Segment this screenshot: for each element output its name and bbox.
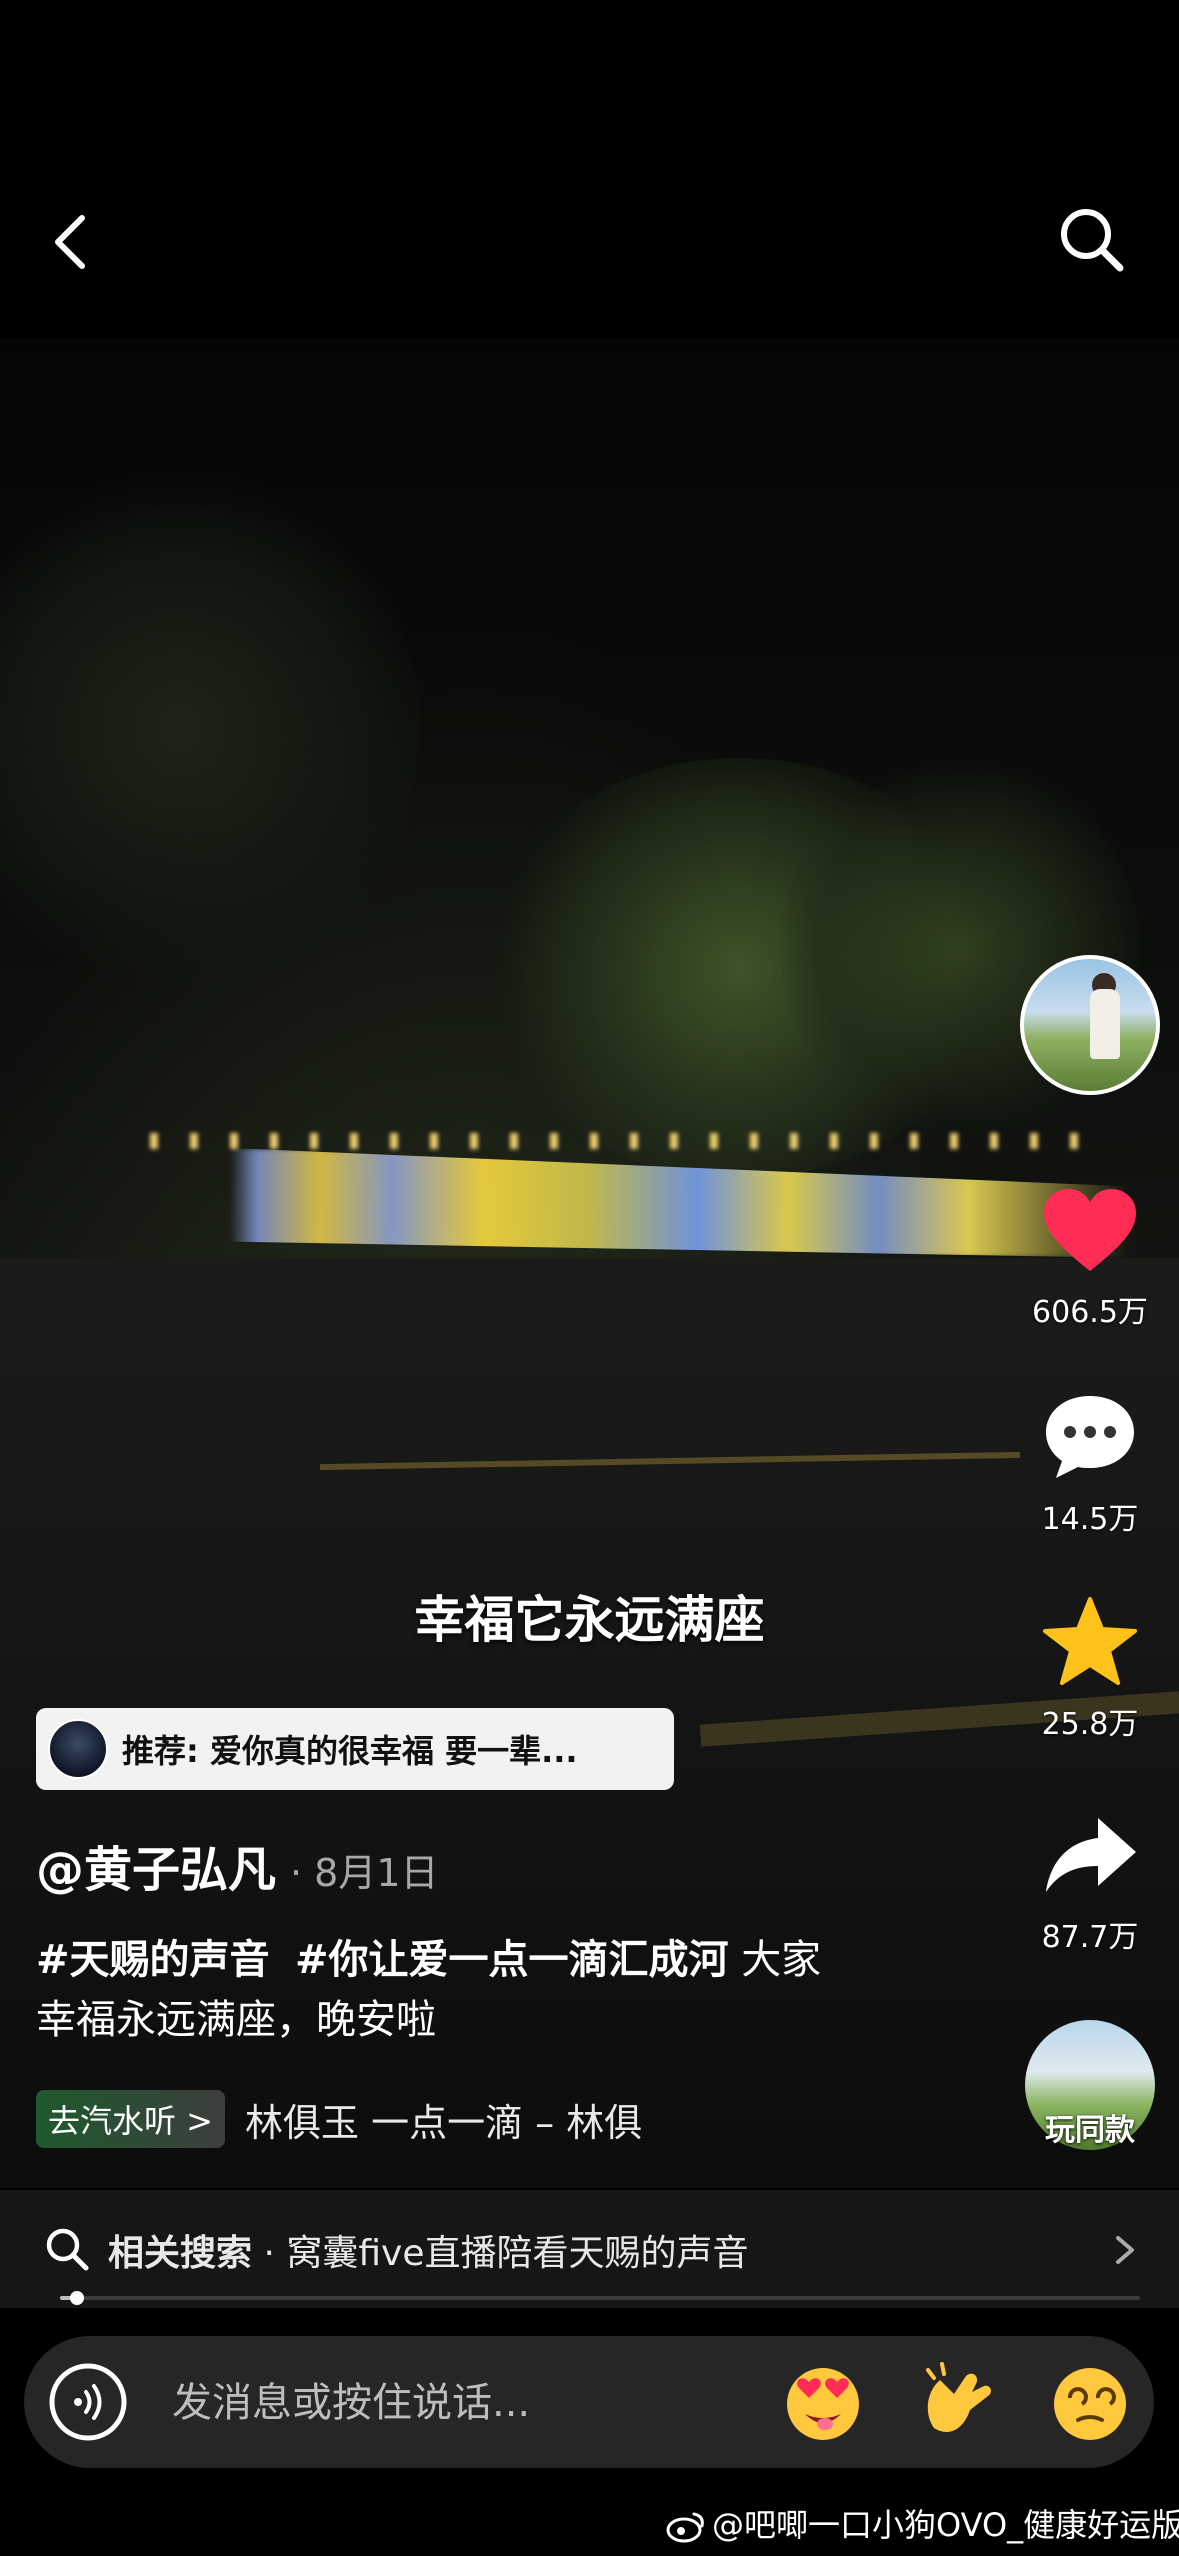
hashtag-link[interactable]: #你让爱一点一滴汇成河 xyxy=(295,1937,729,1983)
voice-icon[interactable] xyxy=(48,2362,128,2442)
caption-text: 大家 xyxy=(741,1937,822,1983)
video-progress-bar[interactable] xyxy=(60,2291,1140,2305)
video-player[interactable] xyxy=(0,338,1179,2188)
hashtag-link[interactable]: #天赐的声音 xyxy=(36,1937,270,1983)
top-bar xyxy=(0,0,1179,340)
open-in-qishui-button[interactable]: 去汽水听 > xyxy=(36,2090,225,2148)
heart-eyes-emoji-icon[interactable] xyxy=(779,2358,867,2446)
share-button[interactable]: 87.7万 xyxy=(1010,1810,1170,1956)
watermark-text: @吧唧一口小狗OVO_健康好运版 xyxy=(712,2506,1179,2544)
dizzy-face-emoji-icon[interactable] xyxy=(1046,2358,1134,2446)
street-lamps xyxy=(150,1133,1100,1149)
message-input[interactable] xyxy=(170,2372,734,2434)
post-caption: #天赐的声音 #你让爱一点一滴汇成河 大家 幸福永远满座，晚安啦 xyxy=(36,1930,896,2050)
chevron-right-icon xyxy=(1116,2236,1134,2264)
remix-button[interactable]: 玩同款 xyxy=(1010,2105,1170,2149)
recommend-avatar xyxy=(48,1719,108,1779)
comment-button[interactable]: 14.5万 xyxy=(1010,1390,1170,1538)
related-separator: · xyxy=(263,2233,275,2274)
related-search-label: 相关搜索 xyxy=(108,2233,253,2274)
clapping-hands-emoji-icon[interactable] xyxy=(914,2358,1002,2446)
weibo-logo-icon xyxy=(666,2512,704,2543)
heart-icon xyxy=(1044,1189,1136,1271)
related-search-query: 窝囊five直播陪看天赐的声音 xyxy=(286,2233,749,2274)
star-icon xyxy=(1043,1597,1137,1685)
search-icon xyxy=(46,2228,89,2271)
share-arrow-icon xyxy=(1046,1818,1136,1892)
like-button[interactable]: 606.5万 xyxy=(1010,1185,1170,1331)
comment-icon xyxy=(1046,1396,1134,1478)
watermark: @吧唧一口小狗OVO_健康好运版 xyxy=(666,2500,1179,2546)
related-search-bar[interactable]: 相关搜索 · 窝囊five直播陪看天赐的声音 xyxy=(0,2190,1179,2308)
author-avatar[interactable] xyxy=(1020,955,1160,1095)
chevron-left-icon[interactable] xyxy=(40,200,100,280)
video-subtitle: 幸福它永远满座 xyxy=(414,1591,765,1649)
music-track[interactable]: 林俱玉 一点一滴 – 林俱 xyxy=(245,2092,715,2147)
avatar-figure xyxy=(1090,989,1120,1059)
related-search-text: 相关搜索 · 窝囊five直播陪看天赐的声音 xyxy=(108,2224,749,2276)
music-row: 去汽水听 > 林俱玉 一点一滴 – 林俱 xyxy=(36,2090,715,2148)
search-icon[interactable] xyxy=(1052,200,1132,280)
share-count: 87.7万 xyxy=(1041,1920,1139,1955)
author-name[interactable]: @黄子弘凡 xyxy=(36,1830,276,1900)
recommend-pill[interactable]: 推荐: 爱你真的很幸福 要一辈... xyxy=(36,1708,674,1790)
recommend-text: 推荐: 爱你真的很幸福 要一辈... xyxy=(122,1732,578,1770)
message-bar xyxy=(24,2336,1154,2468)
tree-silhouette xyxy=(0,468,420,988)
caption-text: 幸福永远满座，晚安啦 xyxy=(36,1997,436,2043)
favorite-button[interactable]: 25.8万 xyxy=(1010,1595,1170,1743)
favorite-count: 25.8万 xyxy=(1041,1707,1139,1742)
like-count: 606.5万 xyxy=(1032,1295,1148,1330)
comment-count: 14.5万 xyxy=(1041,1502,1139,1537)
author-row: @黄子弘凡 · 8月1日 xyxy=(36,1830,439,1900)
post-date: · 8月1日 xyxy=(290,1851,439,1895)
